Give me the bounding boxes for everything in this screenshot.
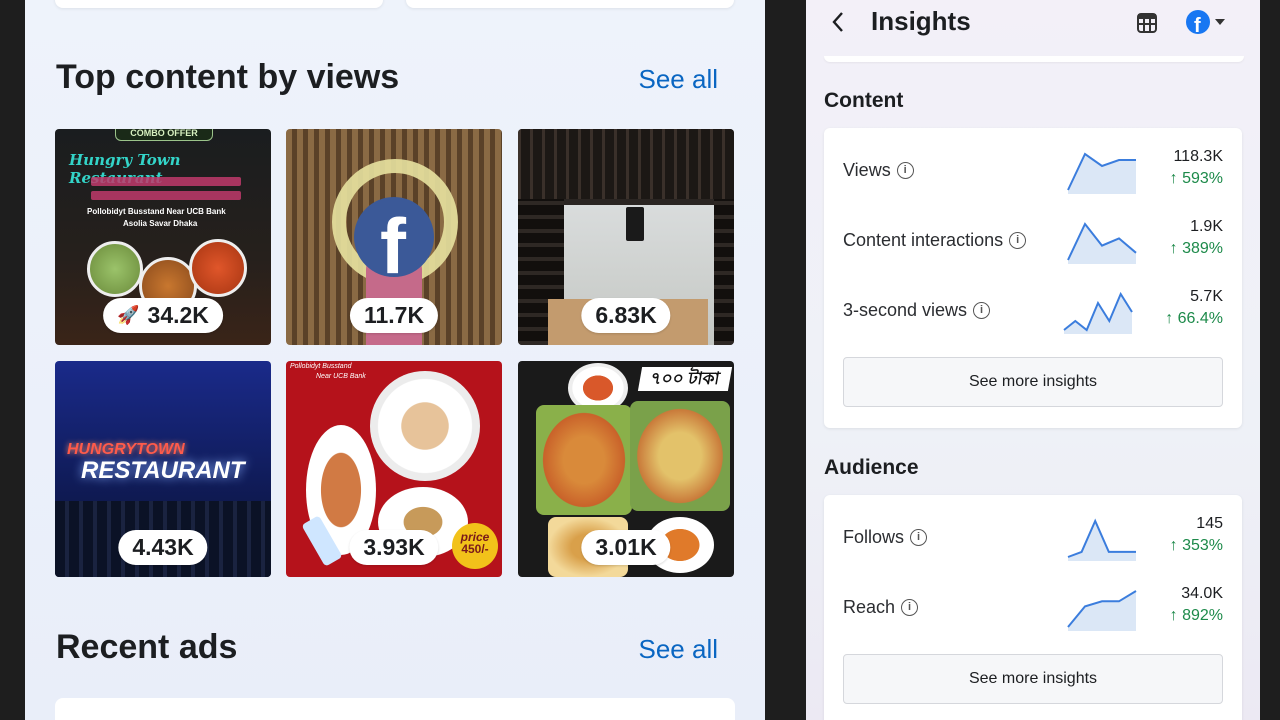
metric-label: Follows i (843, 527, 928, 548)
svg-text:f: f (380, 202, 407, 277)
content-tile[interactable]: COMBO OFFER Hungry Town Restaurant Pollo… (55, 129, 271, 345)
see-more-insights-button[interactable]: See more insights (843, 357, 1223, 407)
back-button[interactable] (830, 10, 846, 41)
audience-metrics-card: Follows i 145 ↑ 353% Reach i 34.0K ↑ 892… (824, 495, 1242, 720)
metric-row[interactable]: 3-second views i 5.7K ↑ 66.4% (824, 282, 1242, 342)
metric-label: Reach i (843, 597, 919, 618)
price-value: 450/- (461, 542, 489, 556)
facebook-icon: f (1186, 10, 1210, 34)
sparkline-area (1068, 521, 1136, 561)
metric-value: 1.9K (1190, 218, 1223, 235)
metric-change: ↑ 66.4% (1165, 310, 1223, 327)
address-text: Asolia Savar Dhaka (123, 219, 198, 228)
food-plate-image (630, 401, 730, 511)
see-all-top-content-link[interactable]: See all (639, 64, 719, 95)
metric-row[interactable]: Follows i 145 ↑ 353% (824, 509, 1242, 569)
restaurant-sign-bottom: RESTAURANT (81, 457, 245, 484)
combo-offer-banner: COMBO OFFER (115, 129, 213, 141)
sparkline (1067, 590, 1137, 631)
sparkline (1063, 291, 1133, 334)
metric-value: 34.0K (1181, 585, 1223, 602)
promo-text-decoration (91, 191, 241, 200)
info-icon[interactable]: i (973, 302, 991, 319)
info-icon[interactable]: i (896, 162, 914, 179)
sparkline-area (1064, 294, 1132, 334)
content-tile[interactable]: Pollobidyt Busstand Near UCB Bank price … (286, 361, 502, 577)
sparkline (1067, 152, 1136, 194)
metric-change: ↑ 593% (1169, 170, 1223, 187)
sparkline (1067, 222, 1137, 264)
lamp-image (626, 207, 644, 241)
metric-change: ↑ 353% (1169, 537, 1223, 554)
views-badge: 🚀 34.2K (103, 298, 223, 333)
rocket-icon: 🚀 (117, 305, 140, 325)
content-tile[interactable]: HUNGRYTOWN RESTAURANT 4.43K (55, 361, 271, 577)
metric-change: ↑ 389% (1169, 240, 1223, 257)
table-icon (1137, 13, 1157, 33)
facebook-logo-icon: f (354, 197, 434, 277)
info-icon[interactable]: i (1009, 232, 1027, 249)
metric-change: ↑ 892% (1169, 607, 1223, 624)
price-tag: ৭০০ টাকা (637, 367, 733, 391)
food-plate-image (536, 405, 632, 515)
metric-label: Content interactions i (843, 230, 1027, 251)
caret-down-icon (1215, 19, 1225, 25)
summary-card[interactable] (55, 0, 383, 8)
address-text: Pollobidyt Busstand Near UCB Bank (87, 207, 226, 216)
lattice-image (714, 199, 734, 345)
sparkline (1067, 518, 1136, 561)
insights-header: Insights f (806, 0, 1260, 60)
info-icon[interactable]: i (910, 529, 928, 546)
left-panel: Top content by views See all COMBO OFFER… (25, 0, 765, 720)
metric-row[interactable]: Views i 118.3K ↑ 593% (824, 142, 1242, 202)
metric-value: 145 (1196, 515, 1223, 532)
section-title-recent-ads: Recent ads (56, 628, 238, 666)
recent-ad-card[interactable] (55, 698, 735, 720)
section-title-top-content: Top content by views (56, 58, 400, 96)
account-switcher[interactable]: f (1186, 10, 1226, 34)
food-plate-image (370, 371, 480, 481)
views-badge: 4.43K (118, 530, 208, 565)
group-title-audience: Audience (824, 456, 919, 479)
metric-value: 5.7K (1190, 288, 1223, 305)
address-text: Near UCB Bank (316, 373, 366, 380)
lattice-image (518, 129, 734, 199)
address-text: Pollobidyt Busstand (290, 363, 352, 370)
see-all-recent-ads-link[interactable]: See all (639, 634, 719, 665)
info-icon[interactable]: i (901, 599, 919, 616)
svg-text:f: f (1194, 15, 1201, 34)
food-dish-image (189, 239, 247, 297)
metric-row[interactable]: Reach i 34.0K ↑ 892% (824, 579, 1242, 639)
price-badge: price 450/- (452, 523, 498, 569)
content-tile[interactable]: f 11.7K (286, 129, 502, 345)
content-metrics-card: Views i 118.3K ↑ 593% Content interactio… (824, 128, 1242, 428)
table-view-button[interactable] (1136, 12, 1158, 39)
page-title: Insights (871, 6, 971, 36)
views-badge: 3.01K (581, 530, 671, 565)
metric-label: 3-second views i (843, 300, 991, 321)
views-badge: 6.83K (581, 298, 671, 333)
metric-value: 118.3K (1173, 148, 1223, 165)
content-tile[interactable]: 6.83K (518, 129, 734, 345)
summary-card[interactable] (406, 0, 734, 8)
group-title-content: Content (824, 89, 904, 112)
insights-panel: Insights f Content Views i 118.3K ↑ 593%… (806, 0, 1260, 720)
promo-text-decoration (91, 177, 241, 186)
food-dish-image (87, 241, 143, 297)
chevron-left-icon (832, 12, 843, 32)
content-tile[interactable]: ৭০০ টাকা 3.01K (518, 361, 734, 577)
see-more-insights-button[interactable]: See more insights (843, 654, 1223, 704)
metric-label: Views i (843, 160, 914, 181)
views-badge: 3.93K (349, 530, 439, 565)
header-card-edge (824, 56, 1244, 62)
views-badge: 11.7K (349, 298, 439, 333)
metric-row[interactable]: Content interactions i 1.9K ↑ 389% (824, 212, 1242, 272)
